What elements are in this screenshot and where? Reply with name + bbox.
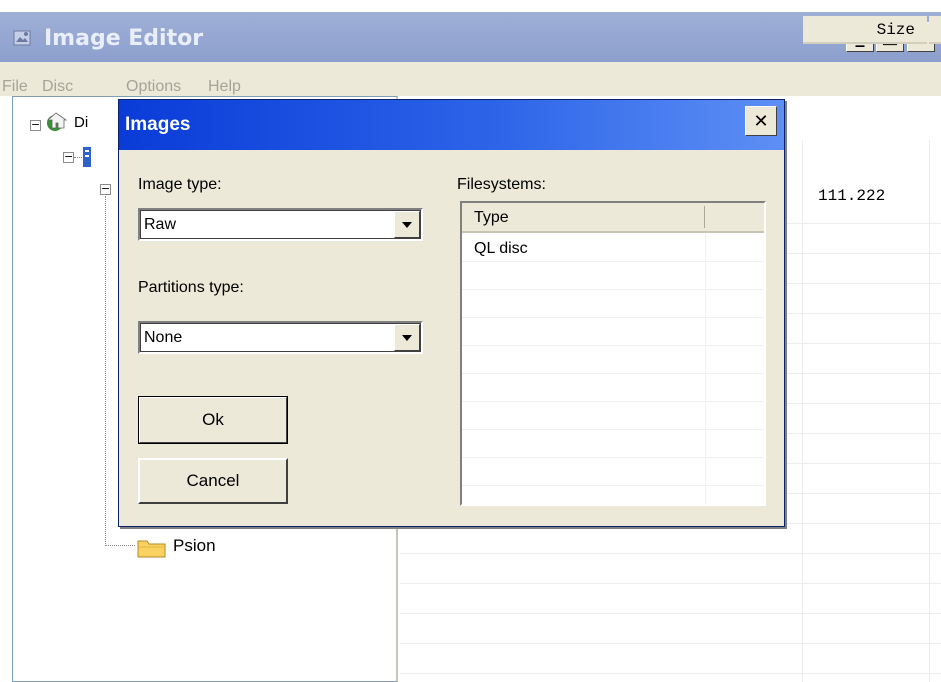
filesystems-header[interactable]: Type (462, 203, 764, 233)
images-dialog: Images ✕ Image type: Raw Partitions type… (118, 99, 785, 527)
filesystem-row[interactable]: QL disc (474, 240, 528, 258)
grid-col (705, 233, 706, 504)
grid-row (462, 485, 764, 486)
grid-row (400, 583, 941, 584)
menu-disc[interactable]: Disc (42, 78, 73, 96)
ok-button[interactable]: Ok (138, 396, 288, 444)
folder-icon (137, 540, 166, 558)
grid-row (400, 643, 941, 644)
grid-col (929, 140, 930, 682)
tree-connector-psion (105, 545, 135, 546)
grid-row (400, 673, 941, 674)
grid-row (462, 429, 764, 430)
grid-row (462, 401, 764, 402)
menu-help[interactable]: Help (208, 78, 241, 96)
dialog-title-bar[interactable]: Images ✕ (119, 100, 784, 150)
main-title-bar[interactable]: Image Editor _ □ ✕ (0, 12, 941, 62)
tree-connector-vertical (105, 196, 106, 546)
menu-file[interactable]: File (2, 78, 28, 96)
disc-home-icon (46, 112, 68, 131)
grid-row (462, 317, 764, 318)
tree-item-psion[interactable]: Psion (173, 536, 216, 556)
partitions-type-select[interactable]: None (138, 321, 423, 354)
size-header-label: Size (876, 21, 915, 39)
grid-row (462, 373, 764, 374)
column-header-size[interactable]: Size (803, 16, 927, 44)
column-header-extra[interactable] (929, 16, 941, 44)
filesystems-column-type[interactable]: Type (474, 209, 509, 227)
close-icon: ✕ (753, 110, 769, 132)
tree-root-label[interactable]: Di (74, 114, 88, 131)
tree-collapse-grandchild[interactable]: − (100, 183, 111, 195)
partitions-type-dropdown-button[interactable] (394, 324, 420, 351)
tree-collapse-root[interactable]: − (30, 119, 41, 131)
image-type-value: Raw (144, 216, 177, 233)
grid-row (462, 345, 764, 346)
dialog-close-button[interactable]: ✕ (745, 106, 777, 136)
image-type-dropdown-button[interactable] (394, 211, 420, 238)
chevron-down-icon (402, 221, 412, 228)
filesystems-label: Filesystems: (457, 176, 546, 193)
image-type-label: Image type: (138, 176, 222, 193)
tree-collapse-child[interactable]: − (63, 151, 74, 163)
menu-bar: File Disc Options Help (0, 62, 941, 96)
grid-row (400, 613, 941, 614)
grid-row (400, 553, 941, 554)
cancel-button[interactable]: Cancel (138, 458, 288, 504)
grid-row (462, 457, 764, 458)
partitions-type-value: None (144, 329, 183, 346)
window-title: Image Editor (44, 26, 204, 51)
tree-node-icon (83, 147, 91, 167)
menu-options[interactable]: Options (126, 78, 181, 96)
dialog-title: Images (125, 114, 191, 135)
size-cell[interactable]: 111.222 (818, 187, 885, 205)
column-separator[interactable] (704, 206, 705, 228)
image-type-select[interactable]: Raw (138, 208, 423, 241)
grid-row (462, 289, 764, 290)
partitions-type-label: Partitions type: (138, 279, 244, 296)
tree-connector (74, 157, 82, 158)
chevron-down-icon (402, 334, 412, 341)
image-editor-app-icon (13, 30, 31, 46)
grid-col (802, 140, 803, 682)
grid-row (462, 261, 764, 262)
filesystems-list[interactable]: Type QL disc (460, 201, 766, 506)
